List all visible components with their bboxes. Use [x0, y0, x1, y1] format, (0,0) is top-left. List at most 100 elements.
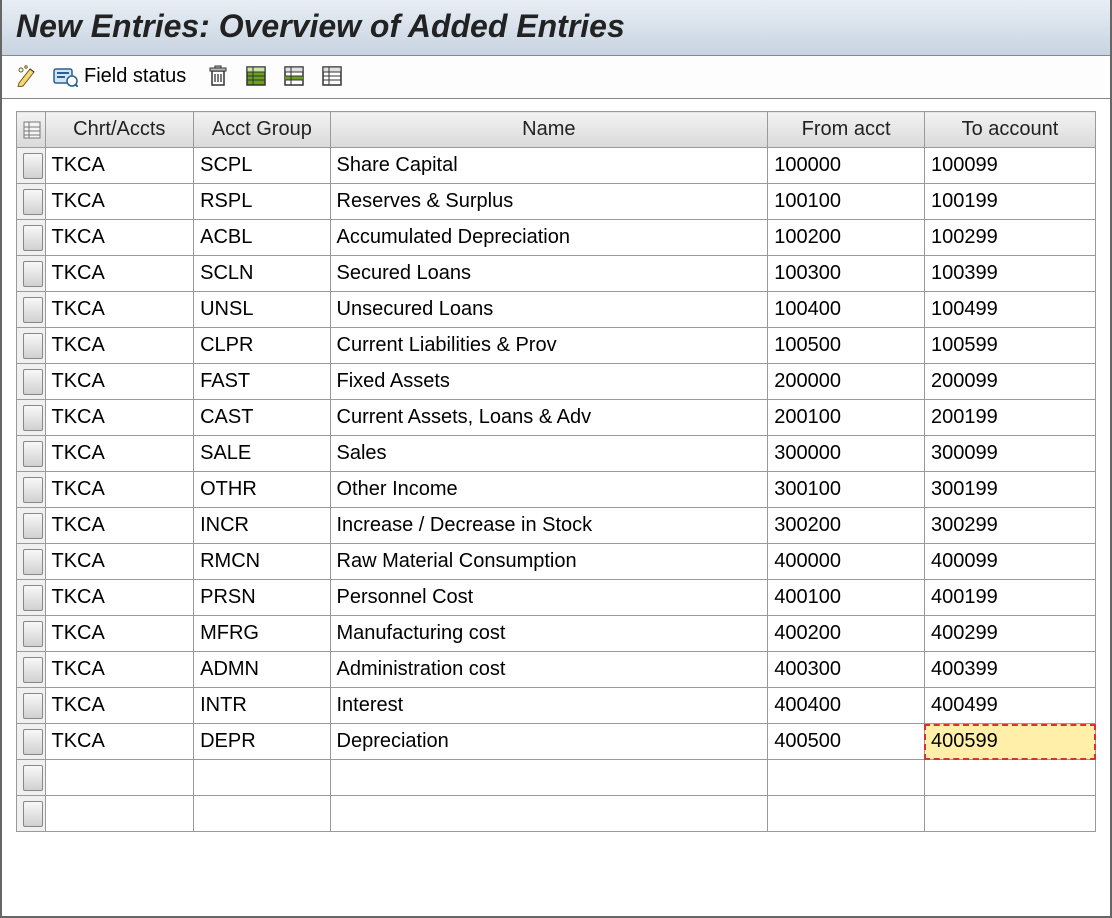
cell-to[interactable]: 400499 — [924, 688, 1095, 724]
cell-from[interactable]: 200000 — [768, 364, 925, 400]
row-selector-cell[interactable] — [17, 328, 46, 364]
cell-grp[interactable]: ADMN — [194, 652, 330, 688]
cell-grp[interactable]: RSPL — [194, 184, 330, 220]
cell-grp[interactable]: OTHR — [194, 472, 330, 508]
cell-to[interactable]: 300299 — [924, 508, 1095, 544]
row-selector-cell[interactable] — [17, 364, 46, 400]
row-selector[interactable] — [23, 297, 43, 323]
col-acct-group[interactable]: Acct Group — [194, 112, 330, 148]
cell-from[interactable]: 400300 — [768, 652, 925, 688]
cell-name[interactable]: Unsecured Loans — [330, 292, 768, 328]
row-selector-cell[interactable] — [17, 436, 46, 472]
row-selector[interactable] — [23, 693, 43, 719]
cell-from[interactable]: 300200 — [768, 508, 925, 544]
cell-chrt[interactable]: TKCA — [45, 148, 194, 184]
row-selector[interactable] — [23, 477, 43, 503]
cell-from[interactable]: 100000 — [768, 148, 925, 184]
cell-empty[interactable] — [194, 796, 330, 832]
cell-grp[interactable]: DEPR — [194, 724, 330, 760]
row-selector[interactable] — [23, 441, 43, 467]
row-selector[interactable] — [23, 549, 43, 575]
row-selector[interactable] — [23, 801, 43, 827]
row-selector[interactable] — [23, 261, 43, 287]
cell-to[interactable]: 100199 — [924, 184, 1095, 220]
cell-from[interactable]: 200100 — [768, 400, 925, 436]
cell-to[interactable]: 400299 — [924, 616, 1095, 652]
col-name[interactable]: Name — [330, 112, 768, 148]
cell-to[interactable]: 100099 — [924, 148, 1095, 184]
cell-from[interactable]: 300100 — [768, 472, 925, 508]
cell-from[interactable]: 400500 — [768, 724, 925, 760]
cell-to[interactable]: 200099 — [924, 364, 1095, 400]
row-selector-cell[interactable] — [17, 796, 46, 832]
cell-chrt[interactable]: TKCA — [45, 256, 194, 292]
cell-empty[interactable] — [194, 760, 330, 796]
cell-chrt[interactable]: TKCA — [45, 724, 194, 760]
cell-empty[interactable] — [924, 796, 1095, 832]
row-selector-cell[interactable] — [17, 760, 46, 796]
delete-icon[interactable] — [204, 62, 232, 90]
cell-chrt[interactable]: TKCA — [45, 436, 194, 472]
cell-grp[interactable]: MFRG — [194, 616, 330, 652]
cell-chrt[interactable]: TKCA — [45, 616, 194, 652]
cell-from[interactable]: 100100 — [768, 184, 925, 220]
cell-name[interactable]: Share Capital — [330, 148, 768, 184]
cell-empty[interactable] — [330, 796, 768, 832]
cell-to[interactable]: 100499 — [924, 292, 1095, 328]
cell-from[interactable]: 300000 — [768, 436, 925, 472]
cell-grp[interactable]: SCLN — [194, 256, 330, 292]
row-selector-cell[interactable] — [17, 256, 46, 292]
cell-from[interactable]: 400100 — [768, 580, 925, 616]
row-selector[interactable] — [23, 153, 43, 179]
cell-grp[interactable]: INTR — [194, 688, 330, 724]
cell-grp[interactable]: CAST — [194, 400, 330, 436]
col-chrt-accts[interactable]: Chrt/Accts — [45, 112, 194, 148]
cell-chrt[interactable]: TKCA — [45, 508, 194, 544]
cell-chrt[interactable]: TKCA — [45, 328, 194, 364]
cell-chrt[interactable]: TKCA — [45, 580, 194, 616]
row-selector-cell[interactable] — [17, 292, 46, 328]
cell-name[interactable]: Secured Loans — [330, 256, 768, 292]
cell-chrt[interactable]: TKCA — [45, 184, 194, 220]
cell-chrt[interactable]: TKCA — [45, 472, 194, 508]
deselect-all-icon[interactable] — [318, 62, 346, 90]
row-selector[interactable] — [23, 585, 43, 611]
row-selector-cell[interactable] — [17, 652, 46, 688]
cell-chrt[interactable]: TKCA — [45, 292, 194, 328]
cell-grp[interactable]: SALE — [194, 436, 330, 472]
cell-to[interactable]: 200199 — [924, 400, 1095, 436]
cell-name[interactable]: Personnel Cost — [330, 580, 768, 616]
field-status-icon[interactable] — [52, 62, 78, 90]
row-selector-cell[interactable] — [17, 400, 46, 436]
col-to-account[interactable]: To account — [924, 112, 1095, 148]
cell-name[interactable]: Sales — [330, 436, 768, 472]
row-selector-cell[interactable] — [17, 220, 46, 256]
cell-grp[interactable]: PRSN — [194, 580, 330, 616]
cell-name[interactable]: Current Assets, Loans & Adv — [330, 400, 768, 436]
row-selector[interactable] — [23, 405, 43, 431]
row-selector-cell[interactable] — [17, 184, 46, 220]
row-selector[interactable] — [23, 333, 43, 359]
cell-grp[interactable]: INCR — [194, 508, 330, 544]
cell-to[interactable]: 400199 — [924, 580, 1095, 616]
cell-empty[interactable] — [45, 760, 194, 796]
row-selector[interactable] — [23, 225, 43, 251]
cell-to[interactable]: 100299 — [924, 220, 1095, 256]
cell-to[interactable]: 400099 — [924, 544, 1095, 580]
cell-to[interactable]: 300099 — [924, 436, 1095, 472]
cell-name[interactable]: Manufacturing cost — [330, 616, 768, 652]
cell-name[interactable]: Administration cost — [330, 652, 768, 688]
cell-to[interactable]: 400399 — [924, 652, 1095, 688]
cell-grp[interactable]: CLPR — [194, 328, 330, 364]
cell-from[interactable]: 400200 — [768, 616, 925, 652]
row-selector-cell[interactable] — [17, 472, 46, 508]
row-selector[interactable] — [23, 369, 43, 395]
row-selector-cell[interactable] — [17, 580, 46, 616]
cell-from[interactable]: 100400 — [768, 292, 925, 328]
cell-grp[interactable]: SCPL — [194, 148, 330, 184]
cell-empty[interactable] — [330, 760, 768, 796]
cell-name[interactable]: Fixed Assets — [330, 364, 768, 400]
cell-chrt[interactable]: TKCA — [45, 652, 194, 688]
cell-name[interactable]: Accumulated Depreciation — [330, 220, 768, 256]
select-all-icon[interactable] — [242, 62, 270, 90]
